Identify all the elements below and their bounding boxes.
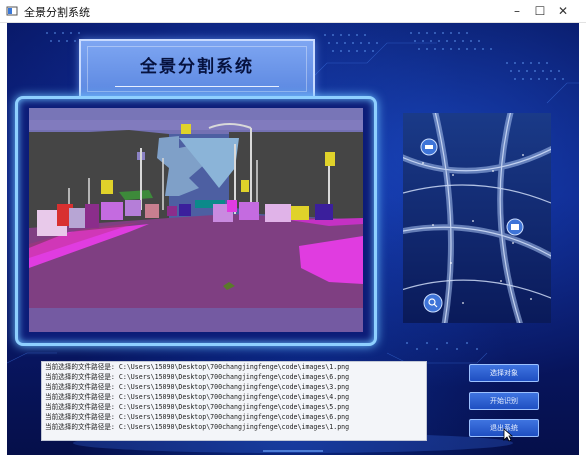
app-icon <box>6 6 18 16</box>
log-output-box[interactable]: 当前选择的文件路径是: C:\Users\15090\Desktop\700ch… <box>41 361 427 441</box>
segmentation-display-frame <box>15 96 377 346</box>
vehicle-icon <box>506 218 524 236</box>
log-line: 当前选择的文件路径是: C:\Users\15090\Desktop\700ch… <box>45 423 350 431</box>
segmentation-result-image <box>29 108 363 332</box>
title-bar: 全景分割系统 – ☐ ✕ <box>0 0 586 23</box>
close-button[interactable]: ✕ <box>540 0 586 22</box>
title-underline <box>115 86 279 87</box>
mouse-cursor-icon <box>503 428 513 442</box>
car-icon <box>420 138 438 156</box>
log-line: 当前选择的文件路径是: C:\Users\15090\Desktop\700ch… <box>45 393 350 401</box>
search-icon <box>423 293 443 313</box>
log-line: 当前选择的文件路径是: C:\Users\15090\Desktop\700ch… <box>45 363 350 371</box>
city-traffic-image <box>403 113 551 323</box>
log-line: 当前选择的文件路径是: C:\Users\15090\Desktop\700ch… <box>45 373 350 381</box>
select-object-button[interactable]: 选择对象 <box>469 364 539 382</box>
app-window: 全景分割系统 – ☐ ✕ 全景分割系统 当前选择的文件路径是: C:\Users… <box>0 0 586 459</box>
main-panel: 全景分割系统 当前选择的文件路径是: C:\Users\15090\Deskto… <box>7 23 579 455</box>
window-title: 全景分割系统 <box>24 6 90 19</box>
log-line: 当前选择的文件路径是: C:\Users\15090\Desktop\700ch… <box>45 413 350 421</box>
start-recognition-button[interactable]: 开始识别 <box>469 392 539 410</box>
title-panel: 全景分割系统 <box>79 39 315 99</box>
system-title: 全景分割系统 <box>140 57 254 77</box>
log-line: 当前选择的文件路径是: C:\Users\15090\Desktop\700ch… <box>45 403 350 411</box>
log-line: 当前选择的文件路径是: C:\Users\15090\Desktop\700ch… <box>45 383 350 391</box>
bottom-decoration <box>263 450 323 452</box>
